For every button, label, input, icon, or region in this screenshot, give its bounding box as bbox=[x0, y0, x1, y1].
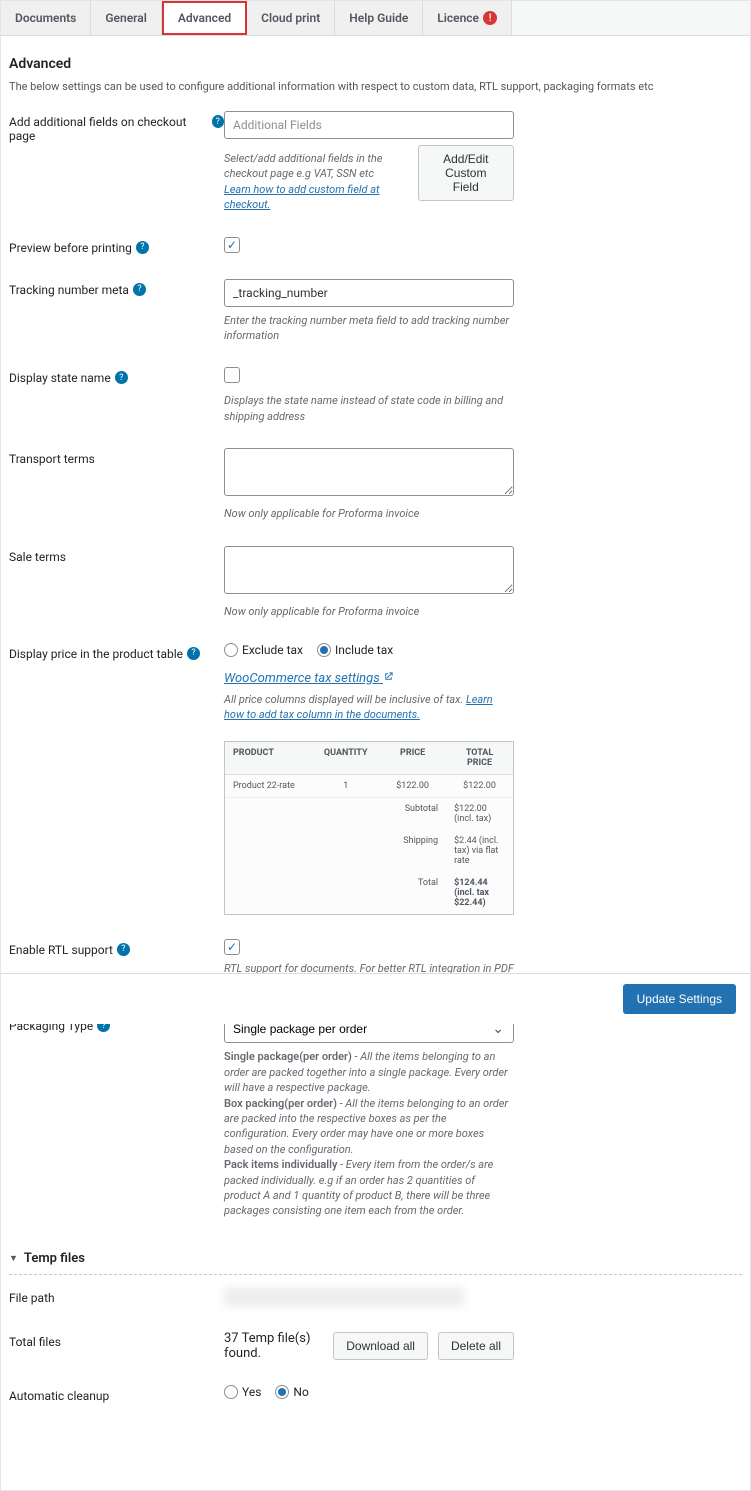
tracking-meta-input[interactable] bbox=[224, 279, 514, 307]
help-icon[interactable]: ? bbox=[187, 647, 200, 660]
intro-text: The below settings can be used to config… bbox=[9, 80, 742, 93]
state-desc: Displays the state name instead of state… bbox=[224, 393, 514, 424]
help-icon[interactable]: ? bbox=[212, 115, 224, 128]
label-auto-cleanup: Automatic cleanup bbox=[9, 1389, 109, 1403]
preview-checkbox[interactable]: ✓ bbox=[224, 237, 240, 253]
price-desc: All price columns displayed will be incl… bbox=[224, 693, 463, 706]
label-price-display: Display price in the product table bbox=[9, 647, 183, 915]
state-name-checkbox[interactable] bbox=[224, 367, 240, 383]
file-path-value bbox=[224, 1287, 464, 1307]
tab-general[interactable]: General bbox=[91, 1, 161, 35]
add-edit-custom-field-button[interactable]: Add/Edit Custom Field bbox=[418, 145, 514, 201]
label-state: Display state name bbox=[9, 371, 111, 424]
add-fields-desc: Select/add additional fields in the chec… bbox=[224, 152, 382, 180]
label-transport: Transport terms bbox=[9, 452, 95, 521]
link-wc-tax-settings[interactable]: WooCommerce tax settings bbox=[224, 671, 394, 686]
price-preview-table: PRODUCT QUANTITY PRICE TOTAL PRICE Produ… bbox=[224, 741, 514, 915]
help-icon[interactable]: ? bbox=[115, 371, 128, 384]
external-link-icon bbox=[383, 671, 394, 682]
page-title: Advanced bbox=[9, 56, 742, 72]
temp-files-section-toggle[interactable]: ▼ Temp files bbox=[9, 1243, 742, 1275]
triangle-down-icon: ▼ bbox=[9, 1253, 18, 1264]
tab-documents[interactable]: Documents bbox=[1, 1, 91, 35]
delete-all-button[interactable]: Delete all bbox=[438, 1332, 514, 1360]
link-custom-field[interactable]: Learn how to add custom field at checkou… bbox=[224, 183, 380, 211]
packaging-desc: Single package(per order) - All the item… bbox=[224, 1049, 514, 1218]
sale-terms-input[interactable] bbox=[224, 546, 514, 594]
label-file-path: File path bbox=[9, 1291, 55, 1307]
sale-desc: Now only applicable for Proforma invoice bbox=[224, 604, 514, 619]
additional-fields-input[interactable] bbox=[224, 111, 514, 139]
rtl-checkbox[interactable]: ✓ bbox=[224, 939, 240, 955]
radio-exclude-tax[interactable]: Exclude tax bbox=[224, 643, 303, 657]
footer: Update Settings bbox=[1, 973, 750, 1024]
help-icon[interactable]: ? bbox=[136, 241, 149, 254]
tab-advanced[interactable]: Advanced bbox=[162, 1, 247, 35]
tab-bar: Documents General Advanced Cloud print H… bbox=[1, 1, 750, 36]
tab-help-guide[interactable]: Help Guide bbox=[335, 1, 423, 35]
radio-cleanup-no[interactable]: No bbox=[275, 1385, 308, 1399]
label-add-fields: Add additional fields on checkout page bbox=[9, 115, 208, 213]
label-sale: Sale terms bbox=[9, 550, 66, 619]
tab-cloud-print[interactable]: Cloud print bbox=[247, 1, 335, 35]
download-all-button[interactable]: Download all bbox=[333, 1332, 428, 1360]
warning-icon: ! bbox=[483, 11, 497, 25]
radio-include-tax[interactable]: Include tax bbox=[317, 643, 393, 657]
help-icon[interactable]: ? bbox=[117, 943, 130, 956]
update-settings-button[interactable]: Update Settings bbox=[623, 984, 736, 1014]
help-icon[interactable]: ? bbox=[133, 283, 146, 296]
label-tracking: Tracking number meta bbox=[9, 283, 129, 344]
label-total-files: Total files bbox=[9, 1335, 61, 1361]
total-files-text: 37 Temp file(s) found. bbox=[224, 1331, 323, 1361]
label-preview: Preview before printing bbox=[9, 241, 132, 255]
tab-licence[interactable]: Licence ! bbox=[423, 1, 512, 35]
transport-desc: Now only applicable for Proforma invoice bbox=[224, 506, 514, 521]
label-packaging: Packaging Type bbox=[9, 1019, 93, 1218]
tracking-desc: Enter the tracking number meta field to … bbox=[224, 313, 514, 344]
transport-terms-input[interactable] bbox=[224, 448, 514, 496]
radio-cleanup-yes[interactable]: Yes bbox=[224, 1385, 261, 1399]
